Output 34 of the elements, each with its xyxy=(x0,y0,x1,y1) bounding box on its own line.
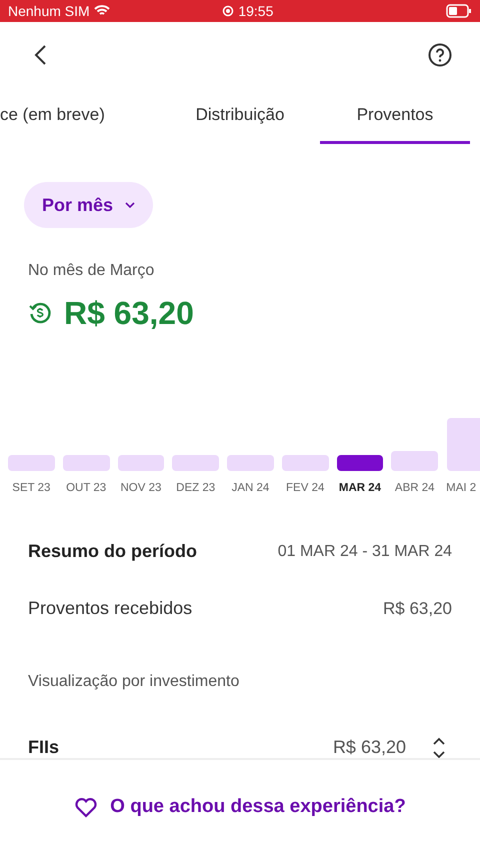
received-label: Proventos recebidos xyxy=(28,597,192,620)
battery-icon xyxy=(446,4,472,18)
month-label: DEZ 23 xyxy=(175,481,216,496)
month-bar[interactable] xyxy=(336,455,384,471)
carrier-label: Nenhum SIM xyxy=(8,2,90,20)
month-label: ABR 24 xyxy=(394,481,436,496)
month-label: SET 23 xyxy=(11,481,52,496)
money-cycle-icon xyxy=(28,301,52,325)
total-amount: R$ 63,20 xyxy=(64,294,194,333)
month-label: OUT 23 xyxy=(65,481,108,496)
month-label: MAI 2 xyxy=(446,481,478,496)
month-label: FEV 24 xyxy=(285,481,326,496)
tab[interactable]: Proventos xyxy=(320,88,470,144)
month-label: JAN 24 xyxy=(230,481,270,496)
clock: 19:55 xyxy=(238,2,274,20)
period-range: 01 MAR 24 - 31 MAR 24 xyxy=(278,542,452,562)
period-summary-title: Resumo do período xyxy=(28,540,198,564)
sort-icon[interactable] xyxy=(432,736,446,759)
month-label: NOV 23 xyxy=(119,481,162,496)
feedback-link[interactable]: O que achou dessa experiência? xyxy=(74,792,406,822)
received-value: R$ 63,20 xyxy=(383,598,452,620)
chevron-down-icon xyxy=(125,202,136,208)
period-dropdown[interactable]: Por mês xyxy=(24,182,154,228)
investment-label: FIIs xyxy=(28,736,60,760)
help-button[interactable] xyxy=(428,43,452,67)
alarm-icon xyxy=(222,5,234,17)
tab[interactable]: Distribuição xyxy=(160,88,320,144)
month-label: MAR 24 xyxy=(338,481,382,496)
investment-value: R$ 63,20 xyxy=(332,736,406,760)
heart-icon xyxy=(74,796,98,818)
month-caption: No mês de Março xyxy=(28,261,156,281)
tab[interactable]: ce (em breve) xyxy=(0,88,160,144)
wifi-icon xyxy=(94,5,110,17)
breakdown-title: Visualização por investimento xyxy=(28,673,240,690)
